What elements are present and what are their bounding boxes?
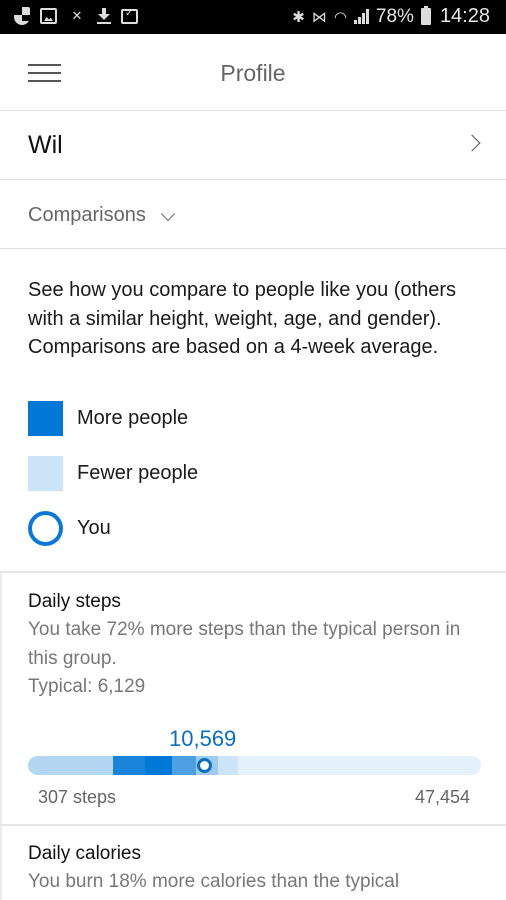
you-marker <box>196 758 212 773</box>
vibrate-icon: ⋈ <box>311 8 327 26</box>
section-dropdown-label: Comparisons <box>28 204 146 226</box>
metric-title: Daily steps <box>28 591 121 612</box>
metric-description: You burn 18% more calories than the typi… <box>28 871 400 892</box>
distribution-segment <box>113 756 145 775</box>
legend-label: More people <box>77 407 189 429</box>
signal-icon <box>353 9 369 24</box>
comparison-intro: See how you compare to people like you (… <box>28 279 457 358</box>
daily-steps-card[interactable]: Daily steps You take 72% more steps than… <box>0 573 506 824</box>
metric-title: Daily calories <box>28 843 141 864</box>
section-dropdown[interactable]: Comparisons <box>0 181 506 249</box>
profile-name-row[interactable]: Wil <box>0 112 506 180</box>
battery-percent: 78% <box>375 5 414 27</box>
metric-typical: Typical: 6,129 <box>28 676 146 697</box>
clipboard-check-icon <box>121 8 138 24</box>
chevron-down-icon <box>160 206 176 222</box>
your-value-label: 10,569 <box>169 726 237 751</box>
app-bar: Profile <box>0 34 506 111</box>
range-max-label: 47,454 <box>414 787 470 807</box>
shield-icon <box>14 7 30 25</box>
legend-label: Fewer people <box>77 462 199 484</box>
more-people-swatch <box>28 401 63 436</box>
legend-item-you: You <box>28 511 198 546</box>
chevron-right-icon <box>463 134 481 152</box>
distribution-segment <box>217 756 239 775</box>
daily-calories-card[interactable]: Daily calories You burn 18% more calorie… <box>0 826 506 900</box>
metric-description: You take 72% more steps than the typical… <box>28 619 461 669</box>
legend: More people Fewer people You <box>28 401 198 566</box>
bluetooth-icon: ✱ <box>292 8 305 26</box>
status-bar: ✕ ✱ ⋈ ◠ 78% 14:28 <box>0 0 506 34</box>
distribution-segment <box>171 756 196 775</box>
wifi-icon: ◠ <box>333 8 347 26</box>
sync-off-icon: ✕ <box>71 8 83 23</box>
legend-item-more: More people <box>28 401 198 436</box>
page-title: Profile <box>220 60 286 86</box>
distribution-segment <box>28 756 114 775</box>
image-icon <box>40 8 57 24</box>
clock: 14:28 <box>439 5 490 27</box>
distribution-segment <box>144 756 172 775</box>
legend-label: You <box>77 517 111 539</box>
fewer-people-swatch <box>28 456 63 491</box>
battery-icon <box>420 6 431 25</box>
distribution-bar <box>28 756 481 775</box>
range-min-label: 307 steps <box>38 787 117 807</box>
download-icon <box>97 8 111 24</box>
you-circle-icon <box>28 511 63 546</box>
profile-name: Wil <box>28 131 63 159</box>
legend-item-fewer: Fewer people <box>28 456 198 491</box>
